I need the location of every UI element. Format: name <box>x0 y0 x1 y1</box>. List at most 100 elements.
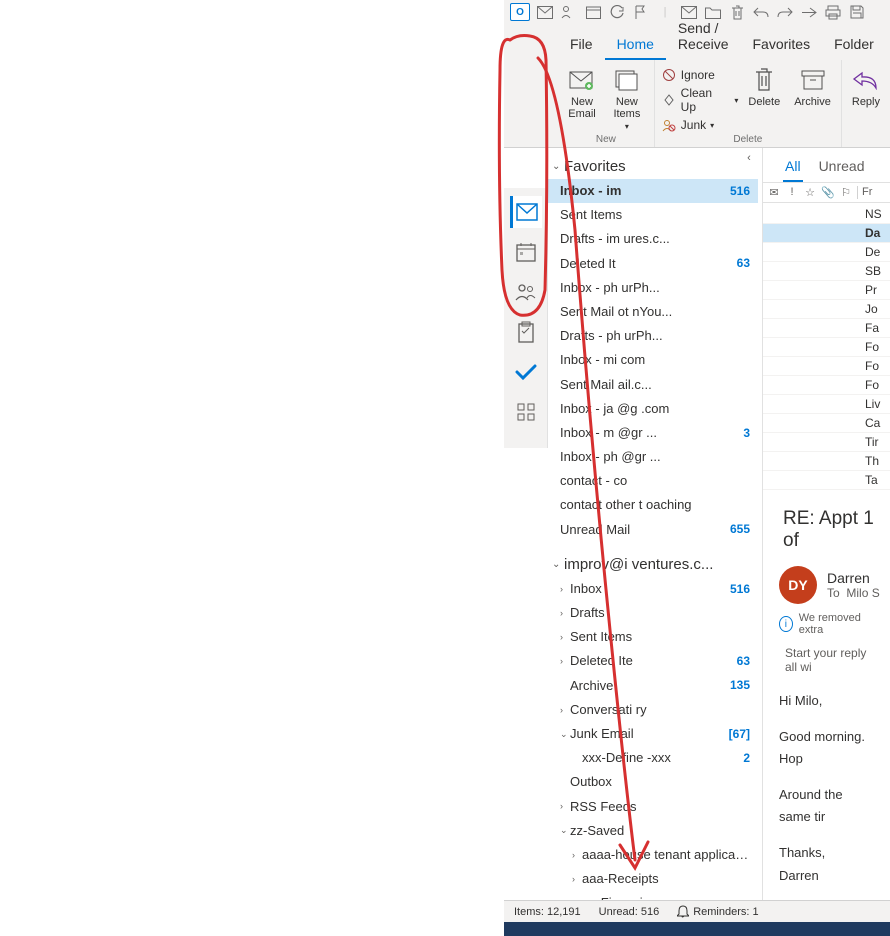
nav-people[interactable] <box>510 276 542 308</box>
tab-view[interactable]: Vi <box>886 28 890 60</box>
account-header[interactable]: ⌄improv@i ventures.c... <box>548 550 758 577</box>
cleanup-button[interactable]: Clean Up ▾ <box>661 85 739 115</box>
tab-favorites[interactable]: Favorites <box>741 28 823 60</box>
delete-button[interactable]: Delete <box>744 64 784 110</box>
message-row[interactable]: Fo <box>763 338 890 357</box>
folder-item[interactable]: ›RSS Feeds <box>548 795 758 819</box>
new-email-icon <box>568 66 596 94</box>
mail-icon[interactable] <box>536 3 554 21</box>
tab-home[interactable]: Home <box>605 28 666 60</box>
folder-item[interactable]: Inbox - ja @g .com <box>548 397 758 421</box>
collapse-folder-pane[interactable]: ‹ <box>742 152 756 166</box>
col-envelope-icon[interactable]: ✉ <box>767 186 781 199</box>
ignore-button[interactable]: Ignore <box>661 66 739 84</box>
col-from[interactable]: Fr <box>857 186 872 199</box>
message-row[interactable]: Ta <box>763 471 890 490</box>
col-importance-icon[interactable]: ! <box>785 186 799 199</box>
tab-send-receive[interactable]: Send / Receive <box>666 12 741 60</box>
folder-item[interactable]: ›Sent Items <box>548 625 758 649</box>
folder-item[interactable]: Unread Mail655 <box>548 518 758 542</box>
folder-item[interactable]: ›aaa-Receipts <box>548 867 758 891</box>
message-row[interactable]: Ca <box>763 414 890 433</box>
folder-item[interactable]: ›Inbox516 <box>548 577 758 601</box>
message-row[interactable]: Pr <box>763 281 890 300</box>
folder-item[interactable]: Inbox - mi com <box>548 348 758 372</box>
message-row[interactable]: SB <box>763 262 890 281</box>
nav-tasks[interactable] <box>510 316 542 348</box>
msg-tab-unread[interactable]: Unread <box>817 154 867 182</box>
status-bar: Items: 12,191 Unread: 516 Reminders: 1 <box>504 900 890 922</box>
folder-item[interactable]: ⌄zz-Saved <box>548 819 758 843</box>
redo-icon[interactable] <box>776 3 794 21</box>
folder-item[interactable]: Sent Items <box>548 203 758 227</box>
sender-avatar: DY <box>779 566 817 604</box>
folder-item[interactable]: Sent Mail ot nYou... <box>548 300 758 324</box>
info-bar: iWe removed extra <box>771 608 882 640</box>
person-reply-icon[interactable] <box>560 3 578 21</box>
message-row[interactable]: Tir <box>763 433 890 452</box>
status-reminders: Reminders: 1 <box>677 905 758 918</box>
col-flag-icon[interactable]: ⚐ <box>839 186 853 199</box>
nav-todo[interactable] <box>510 356 542 388</box>
folder-item[interactable]: xxx-Define -xxx2 <box>548 746 758 770</box>
print-icon[interactable] <box>824 3 842 21</box>
folder-item[interactable]: Drafts - im ures.c... <box>548 227 758 251</box>
folder-item[interactable]: Inbox - ph urPh... <box>548 276 758 300</box>
archive-button[interactable]: Archive <box>790 64 835 110</box>
message-row[interactable]: Jo <box>763 300 890 319</box>
message-row[interactable]: Da <box>763 224 890 243</box>
folder-item[interactable]: Archive135 <box>548 674 758 698</box>
save-icon[interactable] <box>848 3 866 21</box>
sender-name: Darren <box>827 570 880 586</box>
message-row[interactable]: Th <box>763 452 890 471</box>
reply-hint[interactable]: Start your reply all wi <box>771 640 882 686</box>
msg-columns[interactable]: ✉ ! ☆ 📎 ⚐ Fr <box>763 183 890 203</box>
folder-item[interactable]: contact other t oaching <box>548 493 758 517</box>
folder-item[interactable]: ›aaaa-house tenant application... <box>548 843 758 867</box>
message-row[interactable]: Fo <box>763 376 890 395</box>
folder-item[interactable]: Inbox - ph @gr ... <box>548 445 758 469</box>
folder-item[interactable]: Deleted It63 <box>548 252 758 276</box>
message-row[interactable]: Fa <box>763 319 890 338</box>
nav-calendar[interactable] <box>510 236 542 268</box>
message-row[interactable]: Fo <box>763 357 890 376</box>
col-reminder-icon[interactable]: ☆ <box>803 186 817 199</box>
folder-item[interactable]: Outbox <box>548 770 758 794</box>
folder-item[interactable]: ›Deleted Ite63 <box>548 649 758 673</box>
delete-big-icon <box>750 66 778 94</box>
folder-item[interactable]: contact - co <box>548 469 758 493</box>
reply-button[interactable]: Reply <box>848 64 884 110</box>
message-row[interactable]: De <box>763 243 890 262</box>
folder-item[interactable]: ⌄Junk Email[67] <box>548 722 758 746</box>
junk-button[interactable]: Junk ▾ <box>661 116 739 134</box>
flag-icon[interactable] <box>632 3 650 21</box>
group-label-new: New <box>596 134 616 145</box>
folder-item[interactable]: Drafts - ph urPh... <box>548 324 758 348</box>
col-attachment-icon[interactable]: 📎 <box>821 186 835 199</box>
message-body: Hi Milo,Good morning. HopAround the same… <box>771 686 882 936</box>
forward-icon[interactable] <box>800 3 818 21</box>
refresh-icon[interactable] <box>608 3 626 21</box>
folder-item[interactable]: Inbox - im516 <box>548 179 758 203</box>
message-row[interactable]: NS <box>763 205 890 224</box>
tab-folder[interactable]: Folder <box>822 28 886 60</box>
ignore-icon <box>661 67 677 83</box>
message-subject: RE: Appt 1 of <box>771 502 882 562</box>
folder-item[interactable]: Inbox - m @gr ...3 <box>548 421 758 445</box>
undo-icon[interactable] <box>752 3 770 21</box>
new-items-button[interactable]: New Items ▾ <box>606 64 648 134</box>
new-email-button[interactable]: New Email <box>564 64 600 122</box>
message-row[interactable]: Liv <box>763 395 890 414</box>
reading-pane: RE: Appt 1 of DY Darren To Milo S iWe re… <box>763 492 890 936</box>
folder-item[interactable]: ›Conversati ry <box>548 698 758 722</box>
msg-tab-all[interactable]: All <box>783 154 803 182</box>
folder-item[interactable]: Sent Mail ail.c... <box>548 373 758 397</box>
ribbon: New Email New Items ▾ New Ignore Clean U… <box>504 60 890 148</box>
group-label-delete: Delete <box>733 134 762 145</box>
tab-file[interactable]: File <box>558 28 605 60</box>
favorites-header[interactable]: ⌄Favorites <box>548 152 758 179</box>
nav-mail[interactable] <box>510 196 542 228</box>
folder-item[interactable]: ›Drafts <box>548 601 758 625</box>
nav-more[interactable] <box>510 396 542 428</box>
calendar-icon[interactable] <box>584 3 602 21</box>
